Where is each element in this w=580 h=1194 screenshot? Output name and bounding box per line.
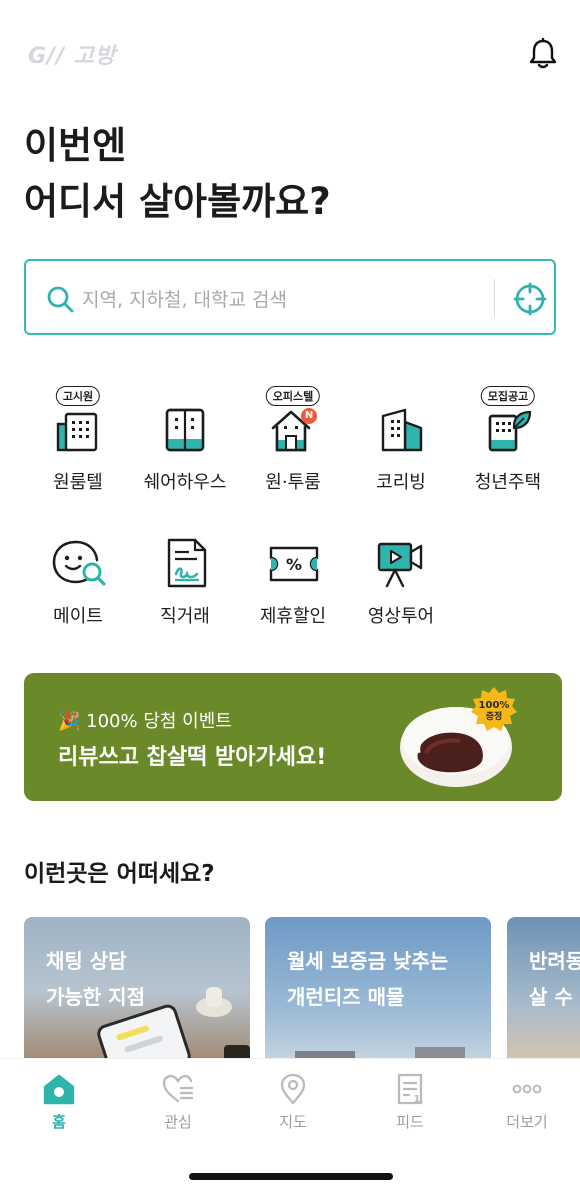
category-badge: 모집공고 xyxy=(480,386,536,406)
category-label: 청년주택 xyxy=(474,472,542,493)
map-pin-icon xyxy=(280,1073,306,1105)
category-sharehouse[interactable]: 쉐어하우스 xyxy=(135,386,235,494)
search-input[interactable] xyxy=(80,281,504,319)
sticker-line-2: 증정 xyxy=(486,710,503,722)
search-divider xyxy=(494,279,495,317)
banner-title: 리뷰쓰고 찹살떡 받아가세요! xyxy=(58,745,327,770)
heart-list-icon xyxy=(162,1074,194,1103)
category-mate[interactable]: 메이트 xyxy=(28,520,128,628)
category-partner-discount[interactable]: % 제휴할인 xyxy=(243,520,343,628)
new-badge: N xyxy=(301,408,317,424)
discount-ticket-icon: % xyxy=(269,546,319,582)
category-label: 영상투어 xyxy=(367,606,435,627)
sticker-line-1: 100% xyxy=(479,700,510,711)
category-coliving[interactable]: 코리빙 xyxy=(351,386,451,494)
category-video-tour[interactable]: 영상투어 xyxy=(351,520,451,628)
page-headline: 이번엔 어디서 살아볼까요? xyxy=(24,118,331,230)
headline-line-1: 이번엔 xyxy=(24,124,127,167)
svg-text:1: 1 xyxy=(414,1094,421,1105)
tab-favorites[interactable]: 관심 xyxy=(138,1073,218,1132)
category-badge: 고시원 xyxy=(55,386,101,406)
category-label: 쉐어하우스 xyxy=(143,472,227,493)
category-badge: 오피스텔 xyxy=(265,386,321,406)
card-line-1: 월세 보증금 낮추는 xyxy=(287,949,449,973)
youth-housing-icon xyxy=(488,410,532,452)
banner-subtitle: 🎉 100% 당첨 이벤트 xyxy=(58,711,232,732)
recommend-card-pet[interactable]: 반려동 살 수 xyxy=(507,917,580,1067)
search-bar[interactable] xyxy=(24,259,556,335)
home-icon xyxy=(43,1074,75,1105)
tab-label: 지도 xyxy=(279,1113,307,1131)
card-line-1: 반려동 xyxy=(529,949,580,973)
category-label: 메이트 xyxy=(53,606,103,627)
event-banner[interactable]: 🎉 100% 당첨 이벤트 리뷰쓰고 찹살떡 받아가세요! 100% 증정 xyxy=(24,673,562,801)
notification-bell-icon[interactable] xyxy=(528,37,558,70)
tab-feed[interactable]: 1 피드 xyxy=(370,1073,450,1132)
gosiwon-building-icon xyxy=(56,412,98,452)
headline-line-2: 어디서 살아볼까요? xyxy=(24,180,331,223)
card-text: 채팅 상담 가능한 지점 xyxy=(46,943,145,1015)
card-text: 반려동 살 수 xyxy=(529,943,580,1015)
more-dots-icon xyxy=(512,1084,542,1094)
category-label: 원·투룸 xyxy=(265,472,321,493)
card-line-2: 살 수 xyxy=(529,985,573,1009)
feed-document-icon: 1 xyxy=(397,1073,423,1105)
tab-home[interactable]: 홈 xyxy=(19,1073,99,1132)
card-text: 월세 보증금 낮추는 개런티즈 매물 xyxy=(287,943,448,1015)
tab-more[interactable]: 더보기 xyxy=(487,1073,567,1132)
category-direct-deal[interactable]: 직거래 xyxy=(135,520,235,628)
category-youth-housing[interactable]: 모집공고 청년주택 xyxy=(458,386,558,494)
category-label: 원룸텔 xyxy=(53,472,103,493)
tab-label: 홈 xyxy=(52,1113,66,1131)
current-location-icon[interactable] xyxy=(512,281,548,317)
card-line-1: 채팅 상담 xyxy=(46,949,127,973)
category-label: 직거래 xyxy=(160,606,210,627)
home-indicator[interactable] xyxy=(189,1173,393,1180)
tab-map[interactable]: 지도 xyxy=(253,1073,333,1132)
card-line-2: 가능한 지점 xyxy=(46,985,145,1009)
tab-label: 더보기 xyxy=(506,1113,548,1131)
category-oneroomtel[interactable]: 고시원 원룸텔 xyxy=(28,386,128,494)
recommend-card-chat[interactable]: 채팅 상담 가능한 지점 xyxy=(24,917,250,1067)
search-icon xyxy=(47,286,74,313)
video-camera-icon xyxy=(377,542,423,588)
mate-smile-search-icon xyxy=(52,540,106,586)
category-one-two-room[interactable]: 오피스텔 N 원·투룸 xyxy=(243,386,343,494)
category-label: 코리빙 xyxy=(376,472,426,493)
recommend-section-title: 이런곳은 어떠세요? xyxy=(24,861,215,887)
contract-document-icon xyxy=(167,538,207,588)
category-label: 제휴할인 xyxy=(259,606,327,627)
app-logo: G// 고방 xyxy=(28,44,117,69)
recommend-card-guarantee[interactable]: 월세 보증금 낮추는 개런티즈 매물 xyxy=(265,917,491,1067)
coliving-building-icon xyxy=(381,408,423,452)
tab-label: 관심 xyxy=(164,1113,192,1131)
sharehouse-building-icon xyxy=(165,408,205,452)
giveaway-sticker: 100% 증정 xyxy=(471,687,517,731)
svg-text:%: % xyxy=(286,555,302,574)
tab-label: 피드 xyxy=(396,1113,424,1131)
card-line-2: 개런티즈 매물 xyxy=(287,985,405,1009)
